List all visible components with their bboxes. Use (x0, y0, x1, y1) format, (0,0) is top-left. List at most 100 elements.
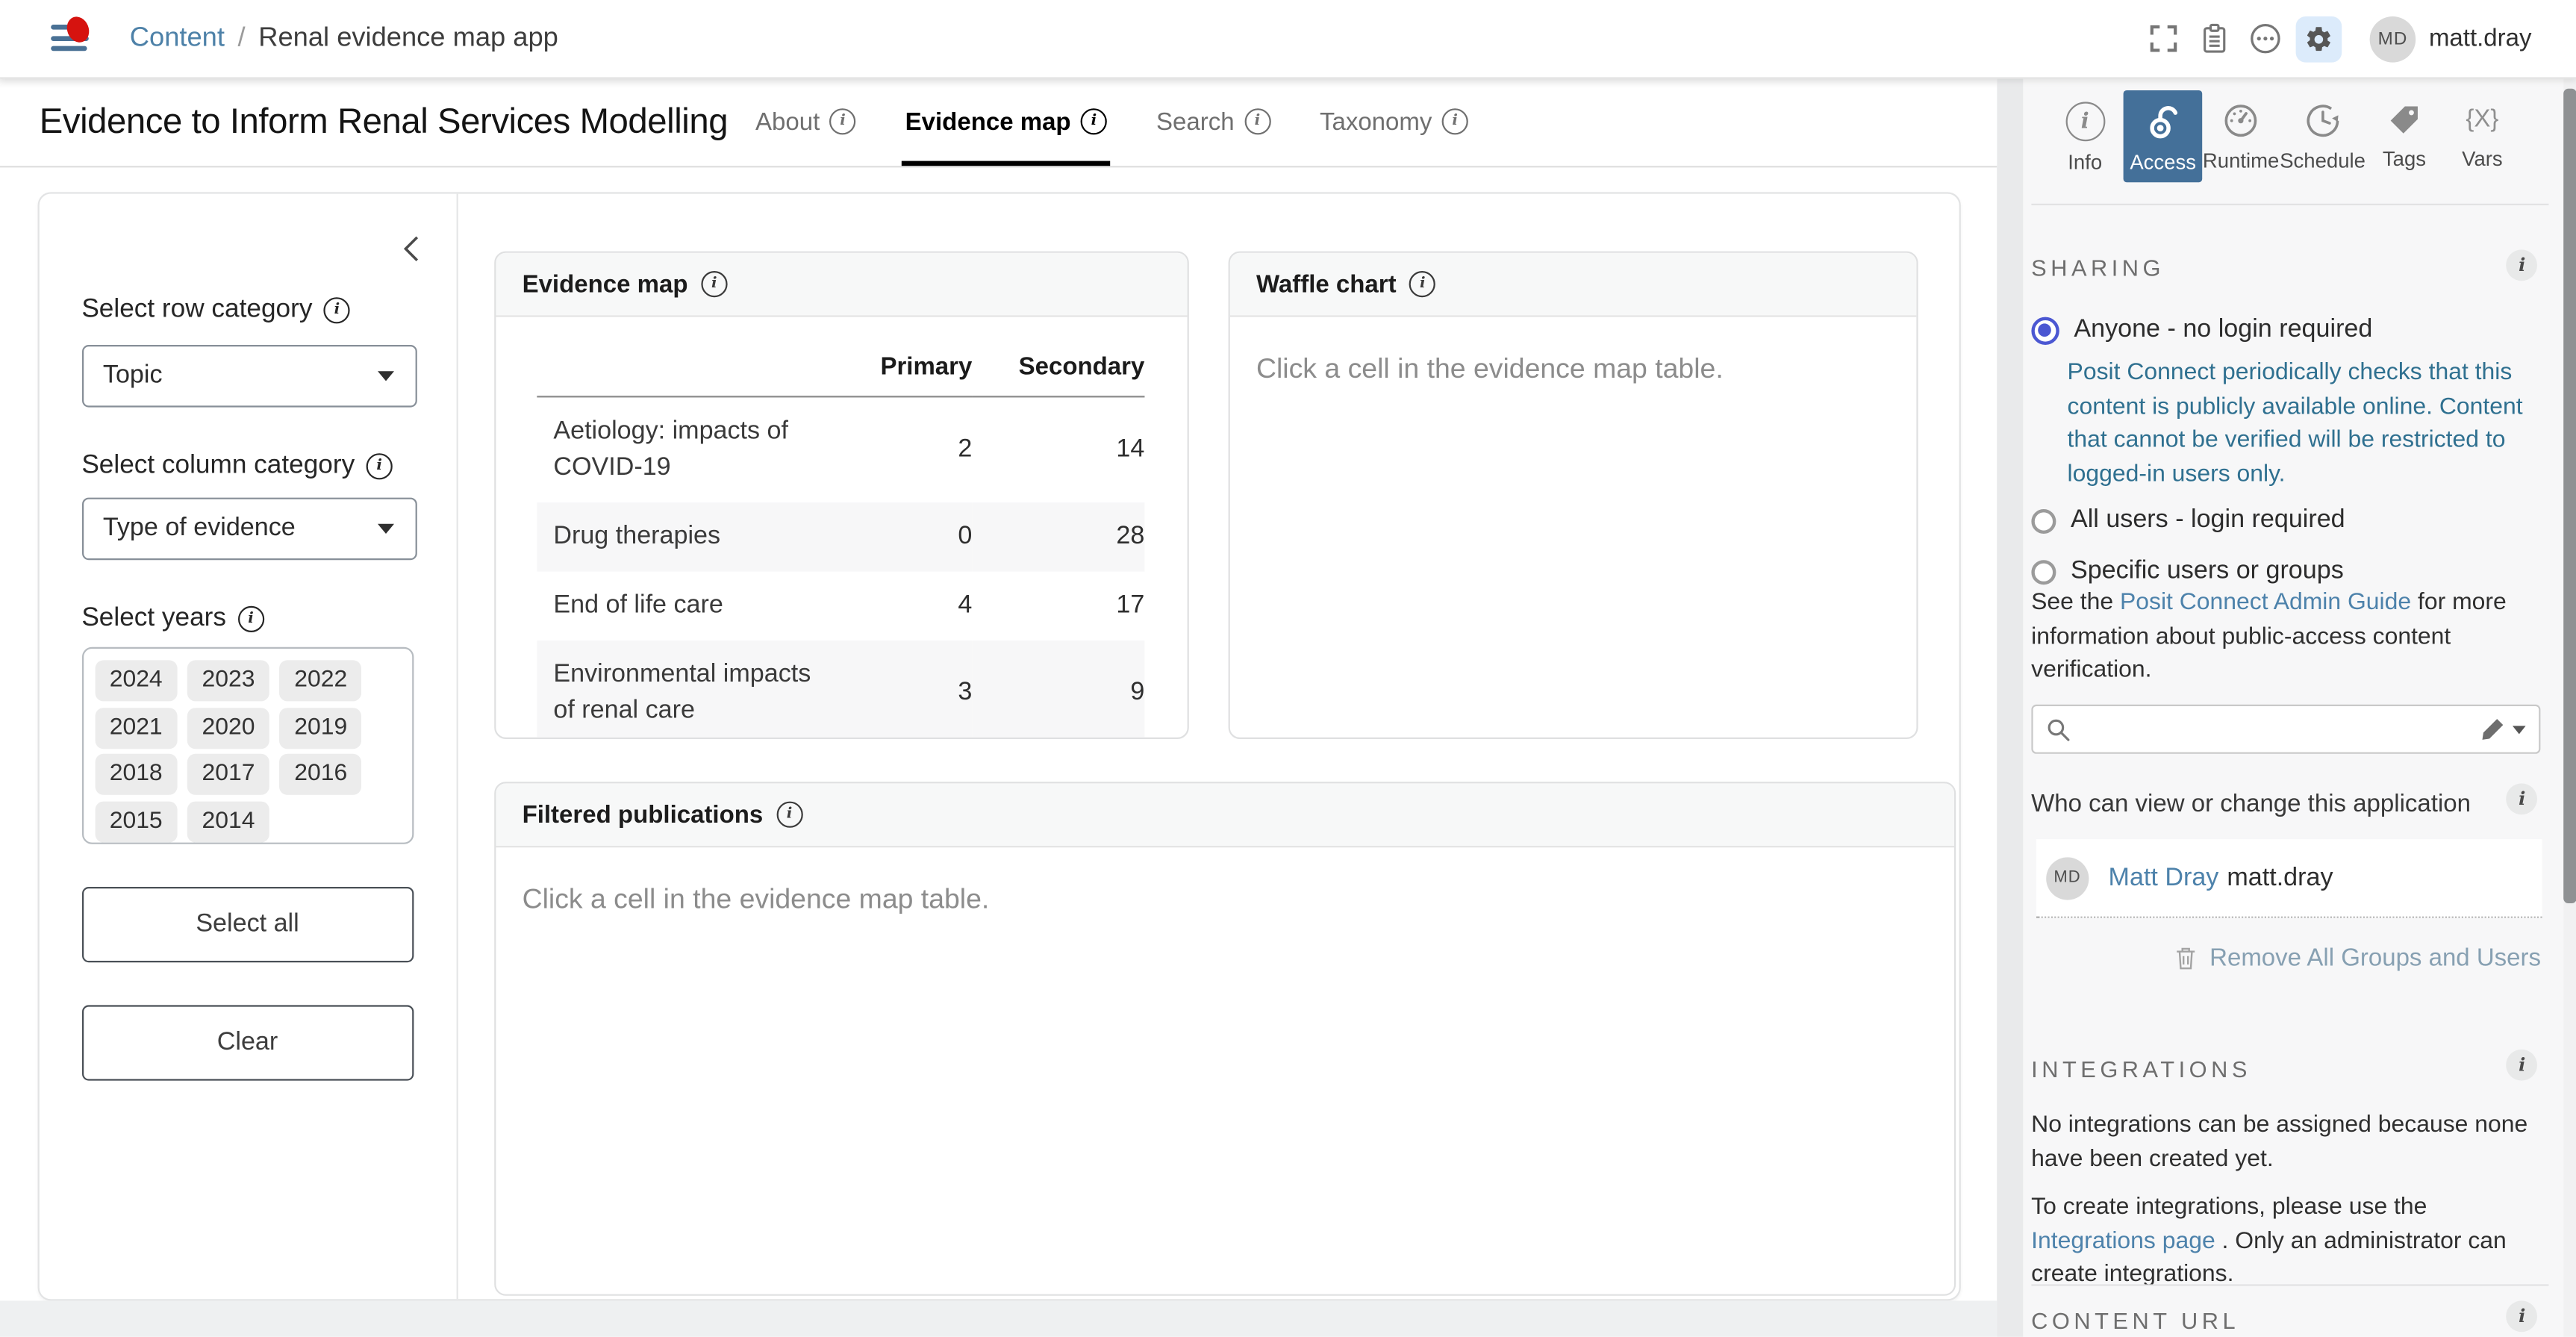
year-chip[interactable]: 2018 (95, 754, 178, 795)
select-all-button[interactable]: Select all (81, 887, 413, 962)
primary-count-cell[interactable]: 3 (849, 641, 972, 739)
panel-tab-tags[interactable]: Tags (2366, 90, 2443, 182)
col-header-secondary: Secondary (972, 353, 1144, 396)
secondary-count-cell[interactable]: 17 (972, 572, 1144, 641)
waffle-chart-card-header: Waffle chart (1230, 253, 1917, 317)
user-search-box (2031, 705, 2540, 754)
primary-count-cell[interactable]: 2 (849, 396, 972, 502)
gear-icon (2304, 24, 2334, 54)
integrations-create-note: To create integrations, please use the I… (2031, 1191, 2532, 1291)
gauge-icon (2222, 102, 2260, 140)
info-icon[interactable] (237, 606, 263, 632)
radio-specific-users[interactable]: Specific users or groups (2031, 557, 2344, 587)
year-chip[interactable]: 2014 (187, 801, 270, 842)
info-icon[interactable] (701, 271, 727, 297)
year-chip[interactable]: 2017 (187, 754, 270, 795)
posit-connect-logo-icon[interactable] (49, 15, 99, 61)
year-chip[interactable]: 2016 (279, 754, 362, 795)
year-chip[interactable]: 2021 (95, 707, 178, 748)
search-icon (2046, 717, 2071, 741)
year-chip[interactable]: 2023 (187, 660, 270, 701)
integrations-info-icon[interactable] (2507, 1050, 2538, 1081)
secondary-count-cell[interactable]: 9 (972, 641, 1144, 739)
info-icon[interactable] (829, 108, 855, 134)
clock-icon (2304, 102, 2342, 140)
panel-tab-access[interactable]: Access (2124, 90, 2201, 182)
tab-evidence-map[interactable]: Evidence map (902, 77, 1110, 166)
filtered-placeholder-text: Click a cell in the evidence map table. (496, 847, 1954, 916)
info-icon[interactable] (367, 453, 393, 479)
info-icon[interactable] (1244, 108, 1270, 134)
year-chip[interactable]: 2019 (279, 707, 362, 748)
admin-guide-link[interactable]: Posit Connect Admin Guide (2120, 590, 2411, 616)
screen: Content / Renal evidence map app (0, 0, 2576, 1337)
primary-count-cell[interactable]: 0 (849, 502, 972, 571)
year-chip[interactable]: 2020 (187, 707, 270, 748)
remove-all-button[interactable]: Remove All Groups and Users (2174, 944, 2541, 972)
years-label: Select years (81, 605, 263, 635)
settings-gear-button[interactable] (2296, 16, 2342, 62)
info-icon[interactable] (776, 802, 802, 828)
username[interactable]: matt.dray (2429, 25, 2532, 52)
panel-tab-runtime[interactable]: Runtime (2202, 90, 2280, 182)
panel-tab-info[interactable]: Info (2046, 90, 2124, 182)
year-chip[interactable]: 2024 (95, 660, 178, 701)
user-avatar[interactable]: MD (2370, 16, 2416, 62)
scrollbar-thumb[interactable] (2564, 89, 2576, 903)
tab-search[interactable]: Search (1153, 77, 1274, 166)
primary-count-cell[interactable]: 4 (849, 572, 972, 641)
row-category-select[interactable]: Topic (81, 345, 417, 408)
year-chip[interactable]: 2022 (279, 660, 362, 701)
radio-all-users[interactable]: All users - login required (2031, 506, 2345, 536)
row-topic-cell[interactable]: Drug therapies (537, 502, 849, 571)
content-url-info-icon[interactable] (2507, 1300, 2538, 1332)
integrations-empty-note: No integrations can be assigned because … (2031, 1109, 2532, 1176)
years-grid: 2024 2023 2022 2021 2020 2019 2018 (95, 660, 412, 841)
table-row: Drug therapies 0 28 (537, 502, 1144, 571)
breadcrumb: Content / Renal evidence map app (130, 0, 558, 77)
sidebar-collapse-chevron-icon[interactable] (397, 233, 427, 263)
table-corner (537, 353, 849, 396)
evidence-map-table-wrap: Primary Secondary Aetiology: impacts of … (496, 317, 1187, 739)
logs-clipboard-icon[interactable] (2196, 21, 2232, 57)
info-icon[interactable] (1081, 108, 1107, 134)
waffle-placeholder-text: Click a cell in the evidence map table. (1230, 317, 1917, 386)
who-can-view-info-icon[interactable] (2507, 783, 2538, 814)
radio-anyone[interactable]: Anyone - no login required (2031, 315, 2372, 345)
panel-tab-vars[interactable]: {X} Vars (2443, 90, 2521, 182)
panel-tab-schedule[interactable]: Schedule (2280, 90, 2365, 182)
column-category-select[interactable]: Type of evidence (81, 498, 417, 561)
tab-about[interactable]: About (752, 77, 859, 166)
info-circle-icon (2065, 102, 2105, 141)
who-can-view-header: Who can view or change this application (2031, 790, 2471, 817)
secondary-count-cell[interactable]: 14 (972, 396, 1144, 502)
user-permission-row: MD Matt Dray matt.dray (2036, 839, 2542, 918)
row-topic-cell[interactable]: End of life care (537, 572, 849, 641)
search-input[interactable] (2080, 714, 2469, 744)
info-icon[interactable] (1442, 108, 1468, 134)
trash-icon (2174, 946, 2197, 970)
info-icon[interactable] (324, 297, 350, 323)
public-access-note[interactable]: Posit Connect periodically checks that t… (2068, 356, 2549, 490)
row-topic-cell[interactable]: Environmental impacts of renal care (537, 641, 849, 739)
row-category-label: Select row category (81, 296, 350, 325)
vars-braces-icon: {X} (2466, 102, 2498, 137)
breadcrumb-content-link[interactable]: Content (130, 23, 225, 54)
evidence-map-table: Primary Secondary Aetiology: impacts of … (537, 353, 1144, 739)
app-title: Evidence to Inform Renal Services Modell… (40, 77, 728, 166)
tag-icon (2386, 102, 2422, 137)
year-chip[interactable]: 2015 (95, 801, 178, 842)
permission-mode-dropdown[interactable] (2480, 716, 2526, 742)
clear-button[interactable]: Clear (81, 1005, 413, 1080)
more-options-icon[interactable] (2247, 21, 2283, 57)
secondary-count-cell[interactable]: 28 (972, 502, 1144, 571)
info-icon[interactable] (1409, 271, 1435, 297)
integrations-page-link[interactable]: Integrations page (2031, 1228, 2215, 1254)
row-topic-cell[interactable]: Aetiology: impacts of COVID-19 (537, 396, 849, 502)
fullscreen-icon[interactable] (2145, 21, 2180, 57)
waffle-chart-card: Waffle chart Click a cell in the evidenc… (1229, 252, 1918, 739)
tab-taxonomy[interactable]: Taxonomy (1317, 77, 1472, 166)
sharing-info-icon[interactable] (2507, 249, 2538, 281)
radio-icon (2031, 559, 2056, 584)
user-name-link[interactable]: Matt Dray (2109, 863, 2219, 893)
